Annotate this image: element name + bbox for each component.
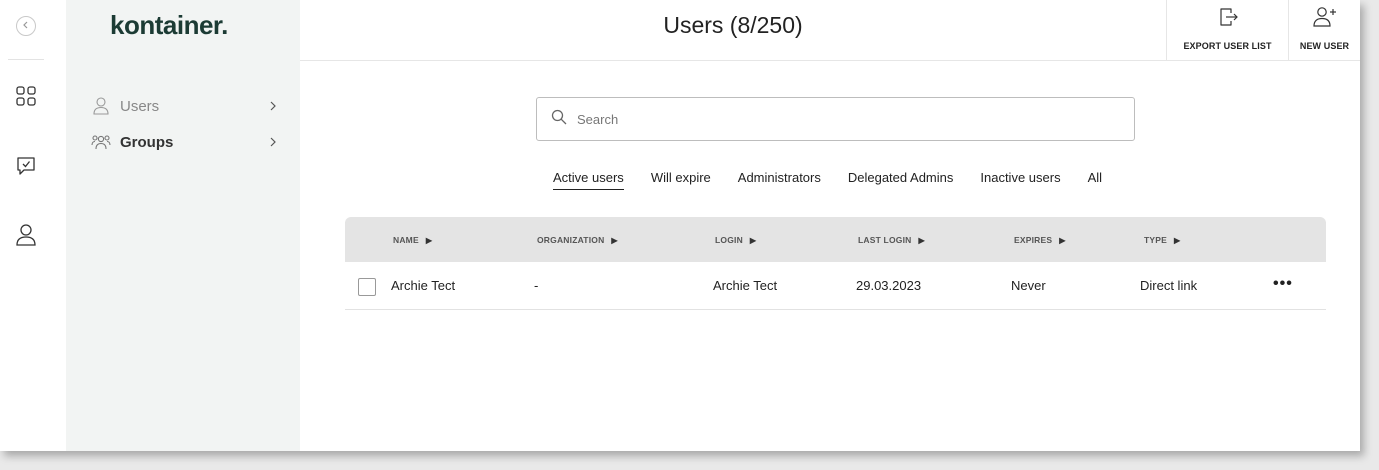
- tab-administrators[interactable]: Administrators: [738, 170, 821, 190]
- column-label: ORGANIZATION: [537, 235, 605, 245]
- export-icon: [1217, 6, 1239, 33]
- sort-icon: ▶: [749, 235, 757, 245]
- page-header: Users (8/250) EXPORT USER LIST NEW USER: [300, 0, 1360, 61]
- sort-icon: ▶: [1059, 235, 1066, 245]
- column-label: NAME: [393, 235, 419, 245]
- cell-expires: Never: [1011, 278, 1046, 293]
- row-more-menu-icon[interactable]: •••: [1273, 275, 1293, 293]
- column-header-last-login[interactable]: LAST LOGIN ▶: [858, 235, 925, 245]
- new-user-button[interactable]: NEW USER: [1288, 0, 1360, 60]
- brand-logo[interactable]: kontainer.: [110, 10, 228, 41]
- tab-active-users[interactable]: Active users: [553, 170, 624, 190]
- column-header-expires[interactable]: EXPIRES ▶: [1014, 235, 1066, 245]
- sidebar-item-label: Groups: [120, 133, 174, 151]
- cell-name: Archie Tect: [391, 278, 456, 293]
- icon-rail: [0, 0, 66, 451]
- grid-icon: [15, 85, 37, 112]
- sort-icon: ▶: [611, 235, 618, 245]
- page-title: Users (8/250): [663, 12, 803, 38]
- chevron-right-icon: [266, 135, 280, 149]
- app-window: kontainer. Users Groups Users (8/250) EX…: [0, 0, 1360, 451]
- column-label: LAST LOGIN: [858, 235, 912, 245]
- column-header-organization[interactable]: ORGANIZATION ▶: [537, 235, 618, 245]
- column-header-login[interactable]: LOGIN ▶: [715, 235, 756, 245]
- sidebar-item-label: Users: [120, 97, 160, 115]
- add-user-icon: [1312, 6, 1338, 33]
- sidebar-item-users[interactable]: Users: [90, 94, 280, 118]
- sidebar: kontainer. Users Groups: [66, 0, 300, 451]
- column-header-name[interactable]: NAME ▶: [393, 235, 432, 245]
- rail-divider: [8, 59, 44, 60]
- sidebar-item-groups[interactable]: Groups: [90, 130, 280, 154]
- back-icon: [21, 17, 31, 35]
- column-label: TYPE: [1144, 235, 1168, 245]
- column-label: LOGIN: [715, 235, 743, 245]
- sort-icon: ▶: [918, 235, 925, 245]
- cell-organization: -: [534, 278, 539, 293]
- cell-last-login: 29.03.2023: [856, 278, 922, 293]
- users-table: NAME ▶ ORGANIZATION ▶ LOGIN ▶ LAST LOGIN ▶ E…: [345, 217, 1326, 310]
- tab-delegated-admins[interactable]: Delegated Admins: [848, 170, 954, 190]
- requests-button[interactable]: [14, 156, 38, 180]
- chevron-right-icon: [266, 99, 280, 113]
- sort-icon: ▶: [425, 235, 433, 245]
- export-user-list-button[interactable]: EXPORT USER LIST: [1166, 0, 1288, 60]
- column-header-type[interactable]: TYPE ▶: [1144, 235, 1180, 245]
- cell-type: Direct link: [1140, 278, 1198, 293]
- tab-all[interactable]: All: [1088, 170, 1102, 190]
- dashboard-button[interactable]: [14, 85, 38, 112]
- search-icon: [551, 109, 567, 130]
- row-checkbox[interactable]: [358, 278, 376, 296]
- tab-will-expire[interactable]: Will expire: [651, 170, 711, 190]
- tab-inactive-users[interactable]: Inactive users: [980, 170, 1060, 190]
- export-user-list-label: EXPORT USER LIST: [1183, 41, 1272, 51]
- new-user-label: NEW USER: [1299, 41, 1350, 51]
- search-box[interactable]: [536, 97, 1135, 141]
- group-icon: [90, 132, 112, 152]
- column-label: EXPIRES: [1014, 235, 1053, 245]
- user-filter-tabs: Active users Will expire Administrators …: [553, 170, 1129, 190]
- user-icon: [90, 96, 112, 116]
- chat-check-icon: [15, 155, 37, 182]
- profile-button[interactable]: [14, 223, 38, 252]
- user-icon: [15, 223, 37, 252]
- search-input[interactable]: [577, 111, 1097, 127]
- cell-login: Archie Tect: [713, 278, 778, 293]
- table-row[interactable]: Archie Tect - Archie Tect 29.03.2023 Nev…: [345, 262, 1326, 310]
- table-header: NAME ▶ ORGANIZATION ▶ LOGIN ▶ LAST LOGIN ▶ E…: [345, 217, 1326, 262]
- collapse-button[interactable]: [16, 16, 36, 36]
- sort-icon: ▶: [1174, 235, 1181, 245]
